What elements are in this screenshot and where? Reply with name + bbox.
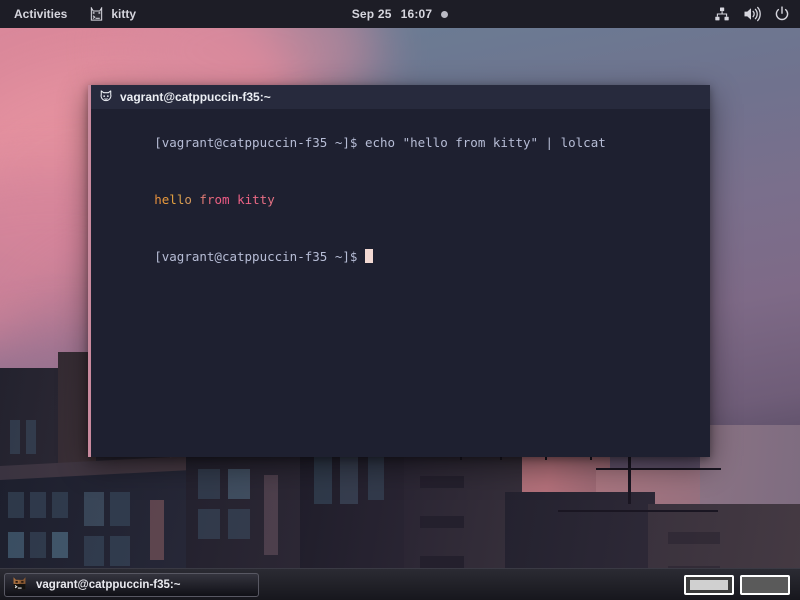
terminal-cursor [364,249,373,263]
clock-date: Sep 25 [351,7,392,21]
terminal-line-output: hello from kitty [94,171,710,228]
terminal-title: vagrant@catppuccin-f35:~ [120,90,271,104]
bottom-taskbar: vagrant@catppuccin-f35:~ [0,568,800,600]
lolcat-char: y [267,192,275,207]
notification-indicator-icon [441,10,449,18]
workspace-1-button[interactable] [684,574,734,595]
terminal-line-prompt: [vagrant@catppuccin-f35 ~]$ [94,228,710,285]
roof-railing [558,510,718,512]
activities-button[interactable]: Activities [0,0,77,28]
top-panel: Activities kitty Sep 25 16:07 [0,0,800,28]
lolcat-char: m [222,192,230,207]
lolcat-char: o [184,192,192,207]
terminal-titlebar[interactable]: vagrant@catppuccin-f35:~ [91,85,710,109]
shell-prompt: [vagrant@catppuccin-f35 ~]$ [154,249,365,264]
roof-railing [596,468,721,470]
lolcat-output: hello from kitty [154,192,275,207]
system-status-area[interactable] [714,0,790,28]
terminal-content[interactable]: [vagrant@catppuccin-f35 ~]$ echo "hello … [91,109,710,457]
taskbar-window-title: vagrant@catppuccin-f35:~ [36,578,181,591]
shell-command: echo "hello from kitty" | lolcat [364,135,606,150]
lolcat-char: i [244,192,253,207]
app-menu-button[interactable]: kitty [77,0,148,28]
clock-time: 16:07 [400,7,433,21]
shell-prompt: [vagrant@catppuccin-f35 ~]$ [154,135,365,150]
window-list: vagrant@catppuccin-f35:~ [0,572,259,597]
terminal-line-command: [vagrant@catppuccin-f35 ~]$ echo "hello … [94,114,710,171]
kitty-icon [11,575,28,595]
desktop-screen: Activities kitty Sep 25 16:07 vagrant@ca… [0,0,800,600]
lolcat-char [230,192,238,207]
app-menu-label: kitty [111,7,137,21]
lolcat-char: l [169,192,177,207]
lolcat-char: t [252,192,260,207]
lolcat-char: o [214,192,222,207]
lolcat-char: f [199,192,207,207]
cat-icon [99,89,113,106]
power-icon [774,6,790,22]
kitty-icon [89,5,104,22]
volume-icon [743,6,761,22]
lolcat-char: k [237,192,245,207]
terminal-window[interactable]: vagrant@catppuccin-f35:~ [vagrant@catppu… [88,85,710,457]
lolcat-char: h [154,192,162,207]
taskbar-window-button[interactable]: vagrant@catppuccin-f35:~ [4,572,259,597]
network-icon [714,6,730,22]
workspace-2-button[interactable] [740,574,790,595]
workspace-switcher [684,574,790,595]
activities-label: Activities [14,7,68,21]
